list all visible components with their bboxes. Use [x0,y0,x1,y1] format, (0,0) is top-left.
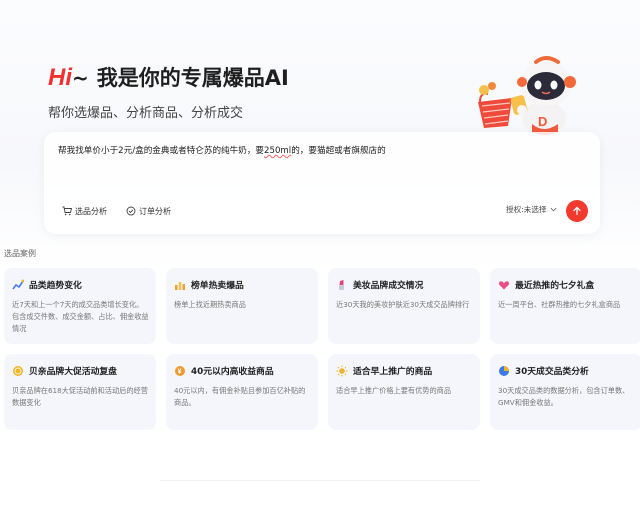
svg-text:D: D [538,114,547,129]
query-box[interactable]: 帮我找单价小于2元/盒的金典或者特仑苏的纯牛奶，要250ml的，要猫超或者旗舰店… [44,132,600,234]
chevron-down-icon [550,207,556,212]
money-icon: ¥ [175,365,185,376]
robot-mascot-icon: D [478,56,576,135]
footer-divider [160,480,480,481]
heart-icon [498,280,510,289]
case-card-high-yield[interactable]: ¥ 40元以内高收益商品 40元以内，有佣金补贴且参加百亿补贴的商品。 [166,354,318,430]
case-card-qixi-gift[interactable]: 最近热推的七夕礼盒 近一周平台、社群热推的七夕礼盒商品 [490,268,640,344]
case-card-category-trend[interactable]: 品类趋势变化 近7天和上一个7天的成交品类增长变化。包含成交件数、成交金额、占比… [4,268,156,344]
page-subtitle: 帮你选爆品、分析商品、分析成交 [48,106,244,121]
pie-icon [499,365,509,376]
page-title: Hi ~ 我是你的专属爆品AI [48,62,289,92]
case-card-morning-promo[interactable]: 适合早上推广的商品 适合早上推广价格上要有优势的商品 [328,354,480,430]
case-card-brand-promo-review[interactable]: 贝亲品牌大促活动复盘 贝亲品牌在618大促活动前和活动后的经营数据变化 [4,354,156,430]
clock-check-icon [126,206,136,216]
title-text: 我是你的专属爆品AI [96,66,289,90]
trend-icon [12,279,24,289]
case-card-hot-list[interactable]: 榜单热卖爆品 榜单上找近期热卖商品 [166,268,318,344]
order-analysis-button[interactable]: 订单分析 [126,204,171,218]
query-input[interactable]: 帮我找单价小于2元/盒的金典或者特仑苏的纯牛奶，要250ml的，要猫超或者旗舰店… [58,144,386,156]
case-card-beauty-brand[interactable]: 美妆品牌成交情况 近30天我的美妆护肤近30天成交品牌排行 [328,268,480,344]
arrow-up-icon [573,206,581,216]
cart-icon [62,206,72,216]
send-button[interactable] [566,200,588,222]
hi-text: Hi [48,64,72,91]
case-card-30day-category[interactable]: 30天成交品类分析 30天成交品类的数据分析，包含订单数、GMV和佣金收益。 [490,354,640,430]
bar-chart-icon [175,281,185,290]
product-analysis-button[interactable]: 选品分析 [62,204,107,218]
authorization-select[interactable]: 授权:未选择 [506,204,557,215]
sun-icon [336,365,348,376]
basket-icon [478,82,512,128]
coin-icon [13,365,23,376]
section-label: 选品案例 [4,249,36,258]
tilde-text: ~ [72,66,89,90]
svg-text:¥: ¥ [178,368,182,375]
lipstick-icon [339,279,344,290]
